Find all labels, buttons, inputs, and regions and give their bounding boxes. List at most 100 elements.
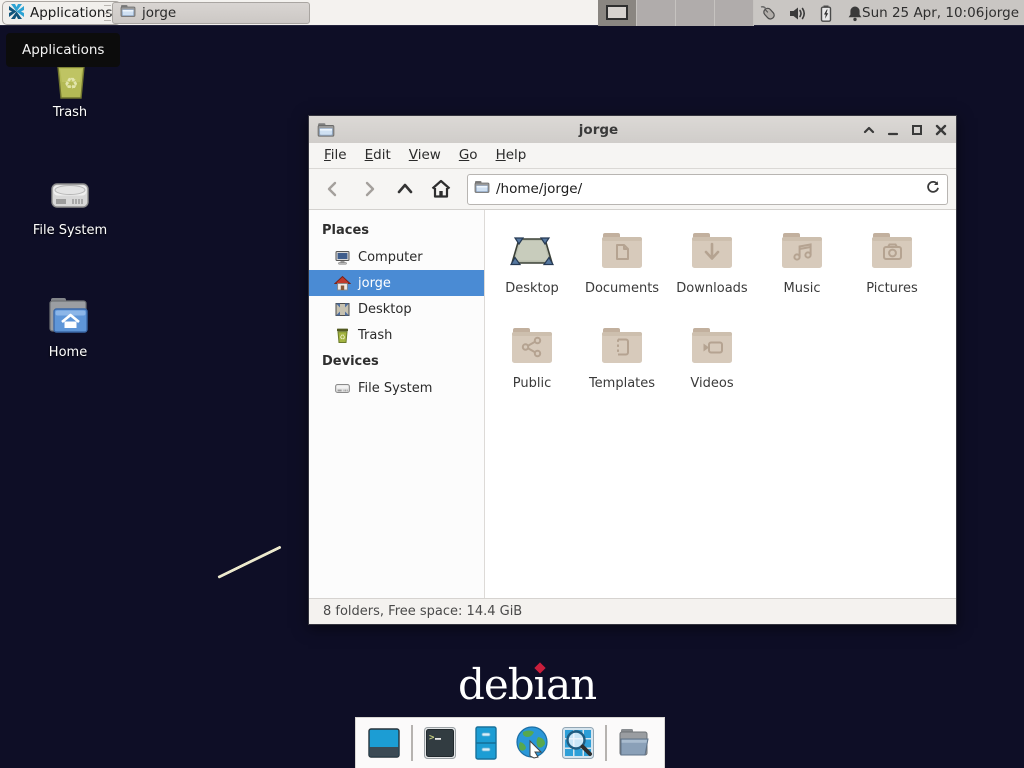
folder-doc-icon — [598, 226, 646, 274]
maximize-button[interactable] — [910, 123, 924, 137]
back-button[interactable] — [317, 174, 349, 204]
path-folder-icon — [474, 179, 490, 199]
menu-edit[interactable]: Edit — [356, 143, 400, 168]
close-button[interactable] — [934, 123, 948, 137]
drive-desktop-icon — [46, 170, 94, 218]
file-item-label: Music — [784, 281, 821, 296]
toolbar: /home/jorge/ — [309, 169, 956, 210]
menu-view[interactable]: View — [400, 143, 450, 168]
file-item-label: Templates — [589, 376, 655, 391]
folder-video-icon — [688, 321, 736, 369]
sidebar-item-label: Computer — [358, 250, 423, 265]
folder-share-icon — [508, 321, 556, 369]
sidebar-item-trash[interactable]: ♻ Trash — [309, 322, 484, 348]
mouse-tray-icon[interactable] — [758, 3, 778, 23]
pager-window-thumbnail — [606, 5, 628, 20]
bottom-dock: > — [355, 717, 665, 768]
desktop-icon-file-system[interactable]: File System — [22, 170, 118, 238]
file-item-pictures[interactable]: Pictures — [847, 226, 937, 321]
menu-help[interactable]: Help — [487, 143, 536, 168]
workspace-1[interactable] — [598, 0, 637, 26]
file-item-label: Documents — [585, 281, 659, 296]
taskbar-window-label: jorge — [142, 5, 176, 21]
panel-user-menu[interactable]: jorge — [985, 0, 1019, 26]
statusbar: 8 folders, Free space: 14.4 GiB — [309, 598, 956, 624]
file-item-templates[interactable]: Templates — [577, 321, 667, 416]
sidebar-item-jorge[interactable]: jorge — [309, 270, 484, 296]
dock-launcher-terminal[interactable]: > — [421, 724, 459, 762]
menu-go[interactable]: Go — [450, 143, 487, 168]
desktop-small-icon — [334, 301, 351, 318]
sidebar-item-label: File System — [358, 381, 432, 396]
sidebar-item-computer[interactable]: Computer — [309, 244, 484, 270]
desktop-special-icon — [508, 226, 556, 274]
dock-launcher-directory-menu[interactable] — [615, 724, 653, 762]
reload-icon[interactable] — [925, 179, 941, 199]
panel-separator-handle — [104, 5, 111, 21]
desktop-icon-home[interactable]: Home — [20, 292, 116, 360]
file-item-documents[interactable]: Documents — [577, 226, 667, 321]
sidebar-item-label: jorge — [358, 276, 391, 291]
up-button[interactable] — [389, 174, 421, 204]
panel-clock[interactable]: Sun 25 Apr, 10:06 — [862, 0, 984, 26]
xfce-applications-icon — [8, 3, 25, 24]
home-folder-icon — [44, 292, 92, 340]
window-folder-icon — [317, 121, 335, 139]
trash-small-icon: ♻ — [334, 327, 351, 344]
dock-launcher-app-finder[interactable] — [559, 724, 597, 762]
svg-text:>: > — [429, 733, 435, 743]
file-item-label: Desktop — [505, 281, 559, 296]
file-item-videos[interactable]: Videos — [667, 321, 757, 416]
file-item-desktop[interactable]: Desktop — [487, 226, 577, 321]
path-text[interactable]: /home/jorge/ — [496, 181, 919, 197]
dock-separator — [605, 725, 607, 761]
file-item-music[interactable]: Music — [757, 226, 847, 321]
system-tray — [758, 0, 865, 26]
statusbar-text: 8 folders, Free space: 14.4 GiB — [323, 604, 522, 619]
file-item-label: Pictures — [866, 281, 917, 296]
shade-button[interactable] — [862, 123, 876, 137]
places-sidebar: Places Computer jorge Desktop ♻ TrashDev… — [309, 210, 485, 598]
taskbar-window-button[interactable]: jorge — [112, 2, 310, 24]
file-item-label: Videos — [690, 376, 733, 391]
dock-launcher-show-desktop[interactable] — [365, 724, 403, 762]
debian-wallpaper-logo: debıan — [458, 660, 596, 709]
workspace-2[interactable] — [637, 0, 676, 26]
folder-music-icon — [778, 226, 826, 274]
desktop-icon-label: Home — [49, 345, 87, 360]
sidebar-item-file-system[interactable]: File System — [309, 375, 484, 401]
window-titlebar[interactable]: jorge — [309, 116, 956, 143]
drive-small-icon — [334, 380, 351, 397]
sidebar-header-devices: Devices — [309, 348, 484, 375]
folder-download-icon — [688, 226, 736, 274]
desktop-stray-line — [217, 545, 281, 578]
dock-launcher-web-browser[interactable] — [513, 724, 551, 762]
svg-text:♻: ♻ — [64, 74, 78, 93]
sidebar-header-places: Places — [309, 217, 484, 244]
file-item-label: Public — [513, 376, 551, 391]
top-panel: Applications jorge Sun 25 Apr, 10:06 j — [0, 0, 1024, 26]
dock-launcher-file-manager[interactable] — [467, 724, 505, 762]
folder-template-icon — [598, 321, 646, 369]
workspace-pager[interactable] — [598, 0, 754, 26]
sidebar-item-desktop[interactable]: Desktop — [309, 296, 484, 322]
forward-button[interactable] — [353, 174, 385, 204]
folder-camera-icon — [868, 226, 916, 274]
file-manager-window: jorge FileEditViewGoHelp — [308, 115, 957, 625]
sidebar-item-label: Desktop — [358, 302, 412, 317]
volume-tray-icon[interactable] — [787, 3, 807, 23]
file-item-public[interactable]: Public — [487, 321, 577, 416]
location-bar[interactable]: /home/jorge/ — [467, 174, 948, 205]
computer-icon — [334, 249, 351, 266]
battery-tray-icon[interactable] — [816, 3, 836, 23]
menubar: FileEditViewGoHelp — [309, 143, 956, 169]
applications-menu-label: Applications — [30, 5, 112, 21]
minimize-button[interactable] — [886, 123, 900, 137]
workspace-3[interactable] — [676, 0, 715, 26]
file-item-downloads[interactable]: Downloads — [667, 226, 757, 321]
folder-window-icon — [120, 3, 136, 23]
menu-file[interactable]: File — [315, 143, 356, 168]
home-button[interactable] — [425, 174, 457, 204]
applications-tooltip: Applications — [6, 33, 120, 67]
workspace-4[interactable] — [715, 0, 754, 26]
